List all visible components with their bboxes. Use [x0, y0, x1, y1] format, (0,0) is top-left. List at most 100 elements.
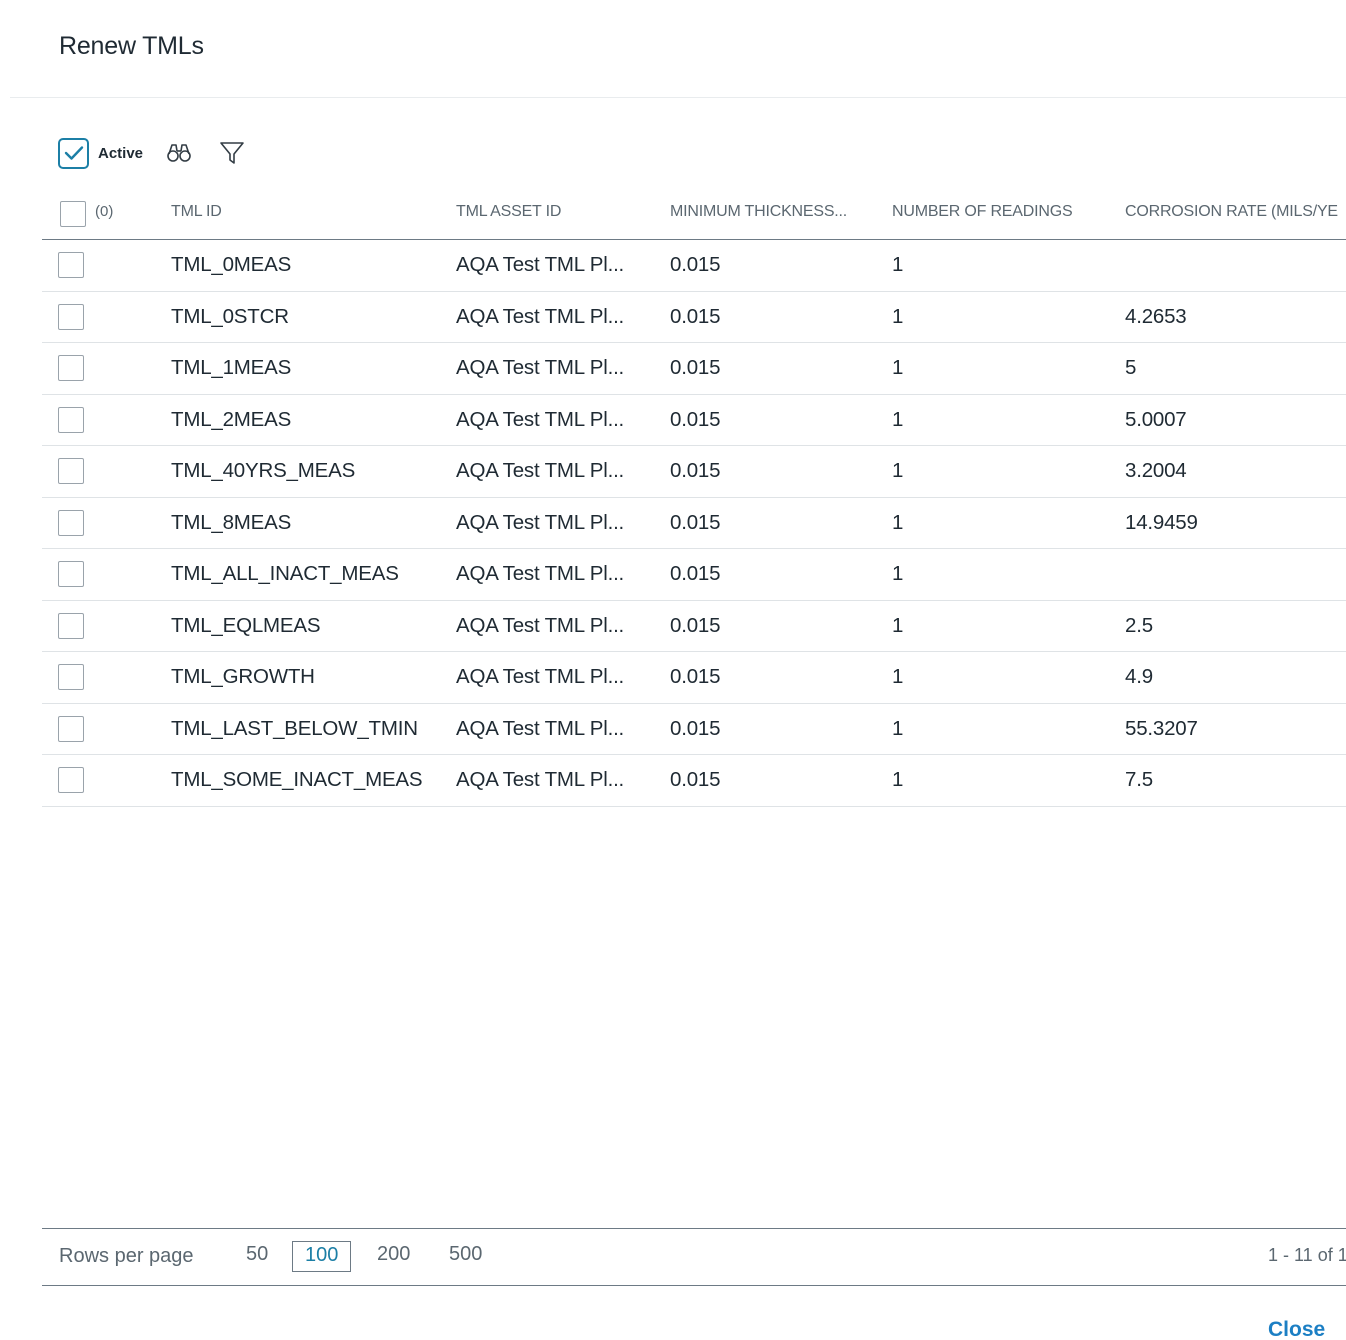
- renew-tmls-dialog: Renew TMLs Active (0) TML ID TML ASSET I…: [0, 0, 1346, 1340]
- corrosion-rate-cell: 4.2653: [1125, 304, 1187, 328]
- filter-icon[interactable]: [218, 139, 246, 167]
- tml-asset-id-cell: AQA Test TML Pl...: [456, 459, 625, 482]
- page-range: 1 - 11 of 11: [1268, 1245, 1346, 1265]
- number-of-readings-cell: 1: [892, 253, 904, 276]
- rows-per-page-label: Rows per page: [59, 1245, 194, 1267]
- tml-id-cell: TML_SOME_INACT_MEAS: [171, 768, 423, 791]
- minimum-thickness-cell: 0.015: [670, 510, 721, 534]
- row-checkbox[interactable]: [58, 458, 84, 484]
- row-checkbox[interactable]: [58, 767, 84, 793]
- tml-asset-id-cell: AQA Test TML Pl...: [456, 716, 625, 740]
- column-header-minimum-thickness[interactable]: MINIMUM THICKNESS...: [670, 203, 847, 221]
- minimum-thickness-cell: 0.015: [670, 665, 721, 688]
- row-checkbox[interactable]: [58, 252, 84, 278]
- tml-id-cell: TML_0STCR: [171, 304, 289, 328]
- corrosion-rate-cell: 5.0007: [1125, 407, 1187, 431]
- table-row[interactable]: TML_0STCR AQA Test TML Pl... 0.015 1 4.2653: [42, 292, 1346, 343]
- dialog-title: Renew TMLs: [59, 32, 204, 60]
- minimum-thickness-cell: 0.015: [670, 768, 721, 791]
- tml-asset-id-cell: AQA Test TML Pl...: [456, 613, 625, 637]
- tml-asset-id-cell: AQA Test TML Pl...: [456, 665, 625, 688]
- corrosion-rate-cell: 14.9459: [1125, 510, 1198, 534]
- number-of-readings-cell: 1: [892, 459, 904, 482]
- checkmark-icon: [64, 146, 83, 160]
- number-of-readings-cell: 1: [892, 407, 904, 431]
- binoculars-icon[interactable]: [165, 139, 193, 167]
- row-checkbox[interactable]: [58, 612, 84, 639]
- rows-per-page-50[interactable]: 50: [246, 1243, 268, 1266]
- tml-id-cell: TML_EQLMEAS: [171, 613, 321, 637]
- number-of-readings-cell: 1: [892, 356, 904, 379]
- corrosion-rate-cell: 2.5: [1125, 613, 1153, 637]
- minimum-thickness-cell: 0.015: [670, 407, 721, 431]
- number-of-readings-cell: 1: [892, 613, 904, 637]
- table-row[interactable]: TML_EQLMEAS AQA Test TML Pl... 0.015 1 2.5: [42, 601, 1346, 652]
- column-header-number-of-readings[interactable]: NUMBER OF READINGS: [892, 203, 1073, 221]
- tml-id-cell: TML_ALL_INACT_MEAS: [171, 562, 399, 585]
- corrosion-rate-cell: 4.9: [1125, 665, 1153, 688]
- tml-asset-id-cell: AQA Test TML Pl...: [456, 407, 625, 431]
- rows-per-page-100[interactable]: 100: [292, 1241, 352, 1272]
- corrosion-rate-cell: 55.3207: [1125, 716, 1198, 740]
- row-checkbox[interactable]: [58, 509, 84, 536]
- tml-asset-id-cell: AQA Test TML Pl...: [456, 253, 625, 276]
- table-row[interactable]: TML_LAST_BELOW_TMIN AQA Test TML Pl... 0.0…: [42, 704, 1346, 755]
- pagination-bar: Rows per page 50 100 200 500 1 - 11 of 1…: [42, 1228, 1346, 1286]
- minimum-thickness-cell: 0.015: [670, 356, 721, 379]
- number-of-readings-cell: 1: [892, 665, 904, 688]
- row-checkbox[interactable]: [58, 715, 84, 742]
- table-row[interactable]: TML_2MEAS AQA Test TML Pl... 0.015 1 5.0007: [42, 395, 1346, 446]
- minimum-thickness-cell: 0.015: [670, 304, 721, 328]
- tml-asset-id-cell: AQA Test TML Pl...: [456, 304, 625, 328]
- corrosion-rate-cell: 5: [1125, 356, 1137, 379]
- tml-id-cell: TML_0MEAS: [171, 253, 292, 276]
- column-header-tml-asset-id[interactable]: TML ASSET ID: [456, 203, 561, 221]
- grid-toolbar: Active: [58, 137, 246, 169]
- rows-per-page-500[interactable]: 500: [449, 1243, 482, 1266]
- selected-count: (0): [95, 203, 114, 220]
- row-checkbox[interactable]: [58, 355, 84, 381]
- active-checkbox[interactable]: [58, 137, 89, 169]
- column-header-corrosion-rate[interactable]: CORROSION RATE (MILS/YE: [1125, 203, 1338, 221]
- row-checkbox[interactable]: [58, 406, 84, 433]
- table-header: (0) TML ID TML ASSET ID MINIMUM THICKNES…: [42, 188, 1346, 240]
- column-header-tml-id[interactable]: TML ID: [171, 203, 222, 221]
- dialog-header: Renew TMLs: [10, 0, 1346, 98]
- corrosion-rate-cell: 7.5: [1125, 768, 1153, 791]
- number-of-readings-cell: 1: [892, 304, 904, 328]
- row-checkbox[interactable]: [58, 664, 84, 690]
- number-of-readings-cell: 1: [892, 768, 904, 791]
- close-button[interactable]: Close: [1268, 1318, 1325, 1340]
- table-row[interactable]: TML_1MEAS AQA Test TML Pl... 0.015 1 5: [42, 343, 1346, 395]
- number-of-readings-cell: 1: [892, 716, 904, 740]
- row-checkbox[interactable]: [58, 303, 84, 330]
- tml-id-cell: TML_GROWTH: [171, 665, 315, 688]
- select-all-checkbox[interactable]: [60, 201, 86, 227]
- number-of-readings-cell: 1: [892, 562, 904, 585]
- table-row[interactable]: TML_8MEAS AQA Test TML Pl... 0.015 1 14.9459: [42, 498, 1346, 549]
- tml-asset-id-cell: AQA Test TML Pl...: [456, 510, 625, 534]
- table-row[interactable]: TML_ALL_INACT_MEAS AQA Test TML Pl... 0.01…: [42, 549, 1346, 601]
- tml-asset-id-cell: AQA Test TML Pl...: [456, 562, 625, 585]
- table-row[interactable]: TML_40YRS_MEAS AQA Test TML Pl... 0.015 1 3.…: [42, 446, 1346, 498]
- tml-asset-id-cell: AQA Test TML Pl...: [456, 768, 625, 791]
- tml-id-cell: TML_40YRS_MEAS: [171, 459, 356, 482]
- minimum-thickness-cell: 0.015: [670, 459, 721, 482]
- tml-id-cell: TML_1MEAS: [171, 356, 292, 379]
- table-row[interactable]: TML_SOME_INACT_MEAS AQA Test TML Pl... 0.0…: [42, 755, 1346, 807]
- table-row[interactable]: TML_GROWTH AQA Test TML Pl... 0.015 1 4.9: [42, 652, 1346, 704]
- table-row[interactable]: TML_0MEAS AQA Test TML Pl... 0.015 1: [42, 240, 1346, 292]
- tml-id-cell: TML_LAST_BELOW_TMIN: [171, 716, 418, 740]
- row-checkbox[interactable]: [58, 561, 84, 587]
- minimum-thickness-cell: 0.015: [670, 562, 721, 585]
- tml-table: (0) TML ID TML ASSET ID MINIMUM THICKNES…: [42, 188, 1346, 807]
- minimum-thickness-cell: 0.015: [670, 613, 721, 637]
- minimum-thickness-cell: 0.015: [670, 716, 721, 740]
- active-label: Active: [98, 144, 144, 162]
- corrosion-rate-cell: 3.2004: [1125, 459, 1187, 482]
- rows-per-page-200[interactable]: 200: [377, 1243, 410, 1266]
- tml-asset-id-cell: AQA Test TML Pl...: [456, 356, 625, 379]
- minimum-thickness-cell: 0.015: [670, 253, 721, 276]
- tml-id-cell: TML_2MEAS: [171, 407, 292, 431]
- tml-id-cell: TML_8MEAS: [171, 510, 292, 534]
